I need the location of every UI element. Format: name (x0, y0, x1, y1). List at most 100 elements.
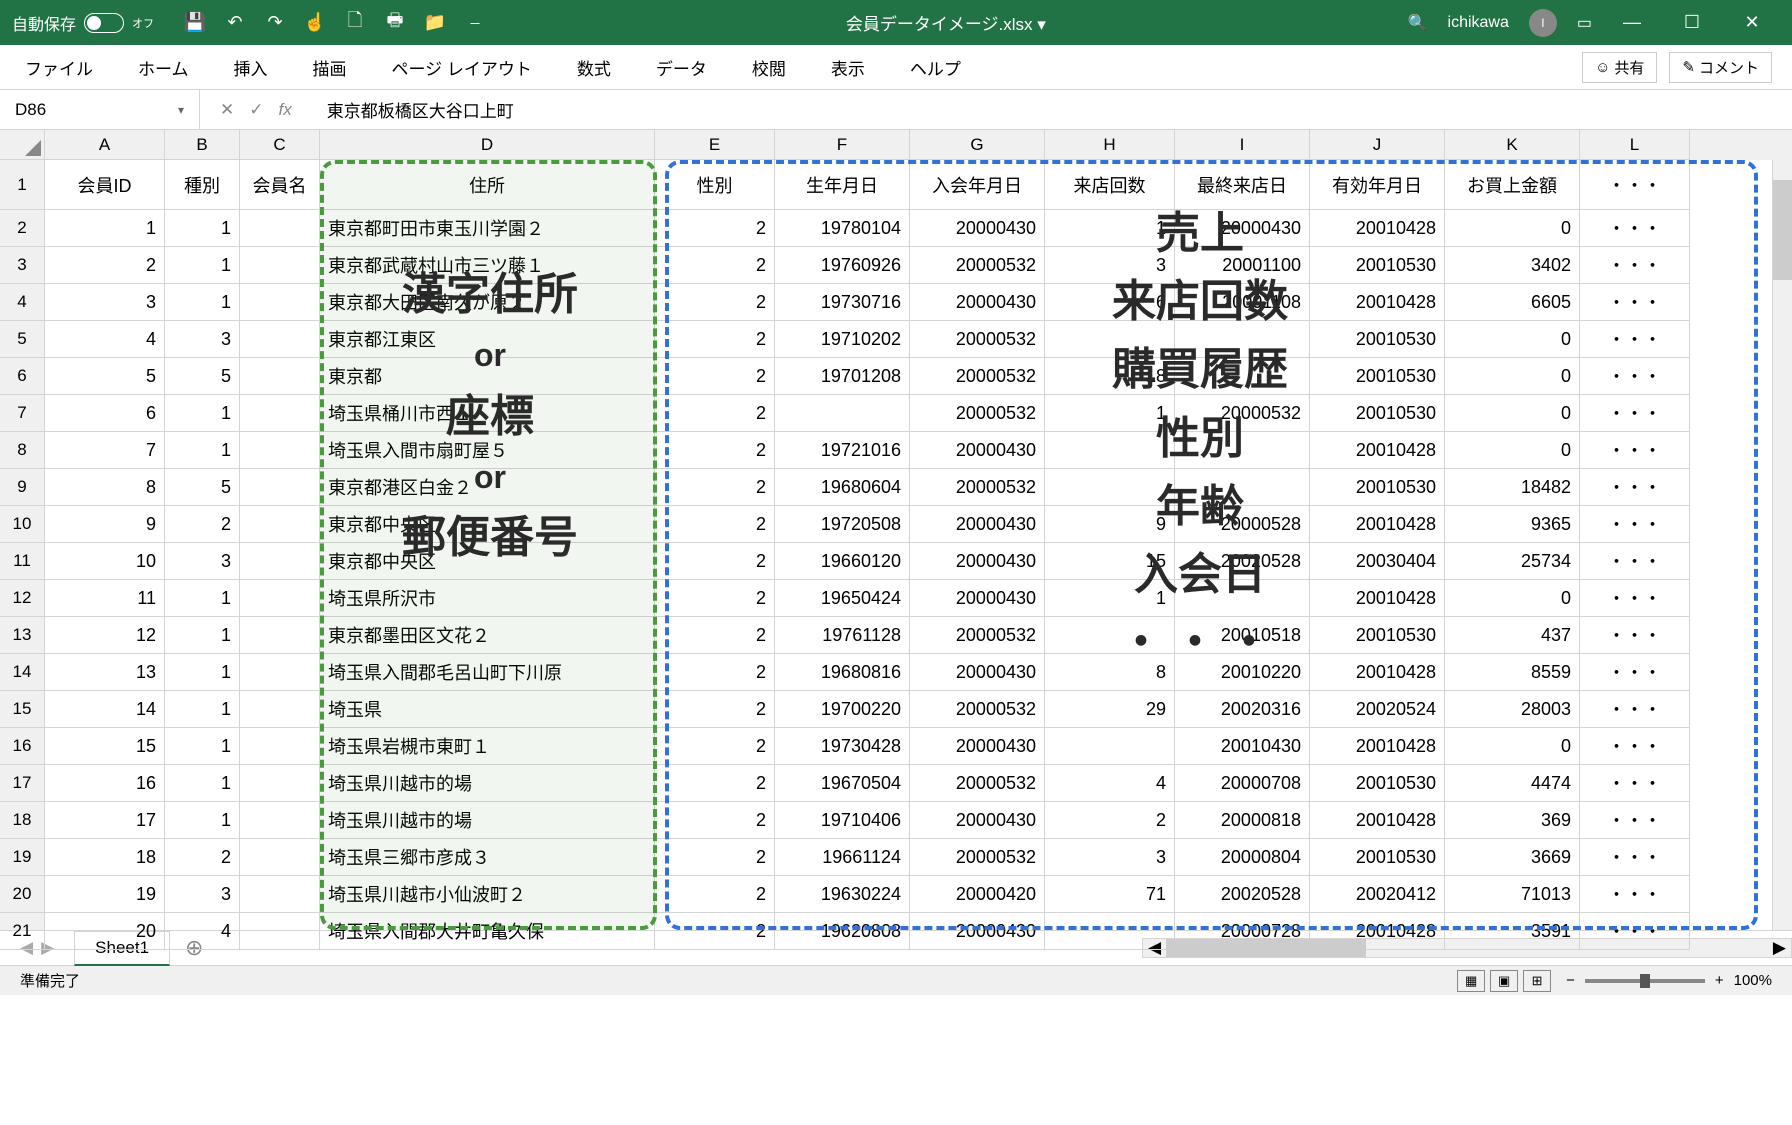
cell[interactable]: 20000532 (910, 395, 1045, 432)
cell[interactable] (240, 691, 320, 728)
cell[interactable]: 0 (1445, 728, 1580, 765)
tab-insert[interactable]: 挿入 (229, 45, 273, 90)
column-header-D[interactable]: D (320, 130, 655, 160)
cell[interactable]: 3 (165, 321, 240, 358)
cell[interactable] (240, 432, 320, 469)
cell[interactable]: 1 (165, 654, 240, 691)
ribbon-display-icon[interactable]: ▭ (1577, 13, 1592, 33)
cell[interactable]: 20000708 (1175, 765, 1310, 802)
cell[interactable]: 18 (45, 839, 165, 876)
cell[interactable]: ・・・ (1580, 839, 1690, 876)
header-cell[interactable]: 生年月日 (775, 160, 910, 210)
cell[interactable]: 2 (655, 210, 775, 247)
cell[interactable] (240, 728, 320, 765)
cell[interactable]: 1 (165, 691, 240, 728)
cell[interactable] (1175, 358, 1310, 395)
cell[interactable] (1045, 617, 1175, 654)
cell[interactable] (240, 247, 320, 284)
cell[interactable]: 20000430 (910, 506, 1045, 543)
cell[interactable]: 1 (1045, 210, 1175, 247)
cell[interactable] (1045, 469, 1175, 506)
cell[interactable]: 東京都武蔵村山市三ツ藤１ (320, 247, 655, 284)
cell[interactable] (240, 284, 320, 321)
cell[interactable]: 2 (655, 358, 775, 395)
cell[interactable]: ・・・ (1580, 247, 1690, 284)
cell[interactable]: 19670504 (775, 765, 910, 802)
tab-formulas[interactable]: 数式 (572, 45, 616, 90)
cell[interactable]: 0 (1445, 321, 1580, 358)
cell[interactable]: ・・・ (1580, 580, 1690, 617)
cell[interactable]: 1 (165, 210, 240, 247)
chevron-down-icon[interactable]: ▾ (178, 103, 184, 117)
row-header[interactable]: 11 (0, 543, 45, 580)
header-cell[interactable]: お買上金額 (1445, 160, 1580, 210)
cell[interactable]: 11 (45, 580, 165, 617)
column-header-L[interactable]: L (1580, 130, 1690, 160)
cell[interactable] (240, 654, 320, 691)
cell[interactable]: 71 (1045, 876, 1175, 913)
open-icon[interactable]: 📁 (424, 12, 446, 34)
cell[interactable]: 20020412 (1310, 876, 1445, 913)
cell[interactable]: ・・・ (1580, 321, 1690, 358)
cell[interactable]: ・・・ (1580, 284, 1690, 321)
cell[interactable] (240, 543, 320, 580)
cell[interactable]: 2 (655, 839, 775, 876)
cell[interactable]: 20020316 (1175, 691, 1310, 728)
column-header-A[interactable]: A (45, 130, 165, 160)
cell[interactable]: 2 (655, 654, 775, 691)
cell[interactable]: 東京都中央区 (320, 543, 655, 580)
cell[interactable]: 20030404 (1310, 543, 1445, 580)
cell[interactable]: 9365 (1445, 506, 1580, 543)
cell[interactable]: 20010428 (1310, 210, 1445, 247)
cell[interactable]: 19650424 (775, 580, 910, 617)
cell[interactable]: 25734 (1445, 543, 1580, 580)
column-header-H[interactable]: H (1045, 130, 1175, 160)
cell[interactable]: 埼玉県所沢市 (320, 580, 655, 617)
cell[interactable]: ・・・ (1580, 543, 1690, 580)
cell[interactable]: 20010530 (1310, 839, 1445, 876)
spreadsheet-grid[interactable]: ABCDEFGHIJKL 123456789101112131415161718… (0, 130, 1792, 930)
row-header[interactable]: 16 (0, 728, 45, 765)
row-header[interactable]: 2 (0, 210, 45, 247)
comment-button[interactable]: ✎ コメント (1669, 52, 1772, 83)
print-icon[interactable]: 🖶 (384, 12, 406, 34)
cell[interactable]: ・・・ (1580, 432, 1690, 469)
cell[interactable]: 19780104 (775, 210, 910, 247)
cell[interactable]: 6 (1045, 284, 1175, 321)
cell[interactable]: ・・・ (1580, 210, 1690, 247)
cell[interactable]: 13 (45, 654, 165, 691)
cell[interactable]: 2 (655, 247, 775, 284)
row-header[interactable]: 14 (0, 654, 45, 691)
row-header[interactable]: 15 (0, 691, 45, 728)
cell[interactable]: 20010530 (1310, 247, 1445, 284)
row-header[interactable]: 1 (0, 160, 45, 210)
cell[interactable]: ・・・ (1580, 617, 1690, 654)
minimize-button[interactable]: — (1612, 3, 1652, 43)
cell[interactable]: 0 (1445, 432, 1580, 469)
cell[interactable]: 9 (45, 506, 165, 543)
cell[interactable]: 18 (1045, 358, 1175, 395)
cell[interactable]: 1 (165, 580, 240, 617)
row-header[interactable]: 5 (0, 321, 45, 358)
cell[interactable] (240, 469, 320, 506)
cell[interactable]: ・・・ (1580, 654, 1690, 691)
cell[interactable]: 埼玉県三郷市彦成３ (320, 839, 655, 876)
cell[interactable]: 5 (165, 469, 240, 506)
cell[interactable]: 1 (165, 432, 240, 469)
cell[interactable]: 埼玉県川越市的場 (320, 765, 655, 802)
cell[interactable]: 20000532 (1175, 395, 1310, 432)
cell[interactable] (1045, 728, 1175, 765)
cell[interactable]: 19760926 (775, 247, 910, 284)
cell[interactable]: 4474 (1445, 765, 1580, 802)
row-header[interactable]: 17 (0, 765, 45, 802)
cancel-icon[interactable]: ✕ (220, 100, 234, 120)
cell[interactable]: 71013 (1445, 876, 1580, 913)
cell[interactable]: 20020524 (1310, 691, 1445, 728)
cell[interactable] (1045, 432, 1175, 469)
zoom-out-button[interactable]: − (1566, 972, 1575, 989)
cell[interactable]: 20010430 (1175, 728, 1310, 765)
column-header-F[interactable]: F (775, 130, 910, 160)
cell[interactable]: 4 (45, 321, 165, 358)
cell[interactable]: ・・・ (1580, 691, 1690, 728)
cell[interactable]: 20000804 (1175, 839, 1310, 876)
